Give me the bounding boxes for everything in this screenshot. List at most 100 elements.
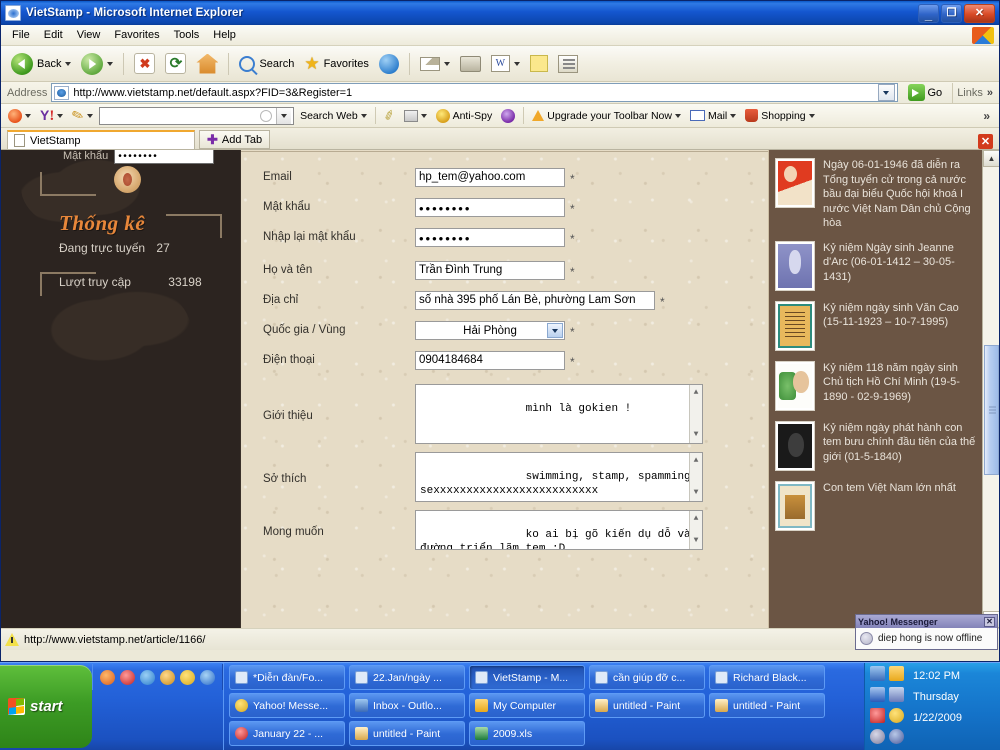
print-button[interactable] bbox=[456, 50, 485, 78]
textarea-scrollbar[interactable]: ▲ ▼ bbox=[689, 511, 702, 549]
scroll-down-icon[interactable]: ▼ bbox=[694, 427, 699, 443]
close-button[interactable]: ✕ bbox=[964, 3, 995, 23]
wish-textarea[interactable]: ko ai bị gõ kiến dụ dỗ vào con đường tri… bbox=[415, 510, 703, 550]
yahoo-search-dropdown-button[interactable] bbox=[276, 107, 292, 124]
back-dropdown-icon[interactable] bbox=[65, 61, 72, 66]
menu-item-edit[interactable]: Edit bbox=[37, 27, 70, 43]
password-field[interactable]: •••••••• bbox=[415, 198, 565, 217]
menu-item-favorites[interactable]: Favorites bbox=[107, 27, 166, 43]
taskbar-button[interactable]: Richard Black... bbox=[709, 665, 825, 690]
page-scrollbar[interactable]: ▲ ▼ bbox=[982, 150, 999, 628]
scrolled-password-input[interactable]: •••••••• bbox=[114, 150, 215, 164]
network-icon[interactable] bbox=[870, 666, 885, 681]
shopping-dropdown-icon[interactable] bbox=[808, 113, 815, 118]
close-icon[interactable]: ✕ bbox=[984, 616, 995, 627]
taskbar-button[interactable]: 2009.xls bbox=[469, 721, 585, 746]
news-item[interactable]: Kỷ niệm ngày sinh Văn Cao (15-11-1923 – … bbox=[775, 300, 976, 351]
yahoo-messenger-popup[interactable]: Yahoo! Messenger ✕ diep hong is now offl… bbox=[855, 614, 998, 650]
news-item[interactable]: Kỷ niệm 118 năm ngày sinh Chủ tịch Hồ Ch… bbox=[775, 360, 976, 411]
yahoo-orb-dropdown-icon[interactable] bbox=[25, 113, 31, 118]
forward-button[interactable] bbox=[77, 50, 117, 78]
taskbar-button[interactable]: 22.Jan/ngày ... bbox=[349, 665, 465, 690]
popup-dropdown-icon[interactable] bbox=[420, 113, 427, 118]
users-icon[interactable] bbox=[889, 687, 904, 702]
search-web-dropdown-icon[interactable] bbox=[360, 113, 367, 118]
phone-field[interactable]: 0904184684 bbox=[415, 351, 565, 370]
scroll-up-icon[interactable]: ▲ bbox=[694, 511, 699, 527]
upgrade-dropdown-icon[interactable] bbox=[674, 113, 681, 118]
volume-icon[interactable] bbox=[889, 729, 904, 744]
password-confirm-field[interactable]: •••••••• bbox=[415, 228, 565, 247]
textarea-scrollbar[interactable]: ▲ ▼ bbox=[689, 453, 702, 501]
menu-item-help[interactable]: Help bbox=[206, 27, 243, 43]
textarea-scrollbar[interactable]: ▲ ▼ bbox=[689, 385, 702, 443]
links-button[interactable]: Links » bbox=[952, 82, 997, 103]
refresh-button[interactable] bbox=[161, 50, 190, 78]
taskbar-button[interactable]: untitled - Paint bbox=[589, 693, 705, 718]
taskbar-button[interactable]: cần giúp đỡ c... bbox=[589, 665, 705, 690]
maximize-button[interactable]: ❐ bbox=[941, 3, 962, 23]
connection-icon[interactable] bbox=[870, 687, 885, 702]
yahoo-pencil-button[interactable]: ✎ bbox=[69, 106, 96, 125]
yahoo-overflow-button[interactable]: » bbox=[983, 109, 995, 123]
edit-dropdown-icon[interactable] bbox=[513, 61, 520, 66]
news-item[interactable]: Con tem Việt Nam lớn nhất bbox=[775, 480, 976, 531]
mail-alert-icon[interactable] bbox=[889, 666, 904, 681]
yahoo-search-web-button[interactable]: Search Web bbox=[297, 109, 370, 123]
yahoo-messenger-icon[interactable] bbox=[180, 669, 195, 685]
forward-dropdown-icon[interactable] bbox=[107, 61, 114, 66]
menu-item-tools[interactable]: Tools bbox=[167, 27, 207, 43]
taskbar-button[interactable]: My Computer bbox=[469, 693, 585, 718]
yahoo-mail-button[interactable]: Mail bbox=[687, 109, 739, 123]
yahoo-shopping-button[interactable]: Shopping bbox=[742, 108, 817, 123]
taskbar-button-active[interactable]: VietStamp - M... bbox=[469, 665, 585, 690]
scroll-down-icon[interactable]: ▼ bbox=[694, 533, 699, 549]
address-input[interactable]: http://www.vietstamp.net/default.aspx?FI… bbox=[51, 83, 898, 102]
taskbar-button[interactable]: *Diễn đàn/Fo... bbox=[229, 665, 345, 690]
search-button[interactable]: Search bbox=[235, 50, 298, 78]
mail-button[interactable] bbox=[416, 50, 454, 78]
yahoo-highlight-button[interactable]: ✐ bbox=[381, 106, 398, 125]
media-player-icon[interactable] bbox=[120, 669, 135, 685]
fullname-field[interactable]: Trần Đình Trung bbox=[415, 261, 565, 280]
taskbar-button[interactable]: untitled - Paint bbox=[349, 721, 465, 746]
hobby-textarea[interactable]: swimming, stamp, spamming & sexxxxxxxxxx… bbox=[415, 452, 703, 502]
menu-item-file[interactable]: File bbox=[5, 27, 37, 43]
firefox-icon[interactable] bbox=[100, 669, 115, 685]
back-button[interactable]: Back bbox=[7, 50, 75, 78]
taskbar-button[interactable]: Yahoo! Messe... bbox=[229, 693, 345, 718]
taskbar-button[interactable]: Inbox - Outlo... bbox=[349, 693, 465, 718]
yahoo-home-button[interactable]: Y! bbox=[37, 106, 66, 126]
menu-item-view[interactable]: View bbox=[70, 27, 108, 43]
show-desktop-icon[interactable] bbox=[140, 669, 155, 685]
email-field[interactable]: hp_tem@yahoo.com bbox=[415, 168, 565, 187]
news-item[interactable]: Ngày 06-01-1946 đã diễn ra Tổng tuyển cử… bbox=[775, 158, 976, 231]
discuss-button[interactable] bbox=[554, 50, 582, 78]
taskbar-button[interactable]: untitled - Paint bbox=[709, 693, 825, 718]
notes-button[interactable] bbox=[526, 50, 552, 78]
yahoo-toolbar-logo-button[interactable] bbox=[5, 108, 34, 124]
edit-word-button[interactable]: W bbox=[487, 50, 524, 78]
favorites-button[interactable]: ★ Favorites bbox=[300, 50, 373, 78]
scrollbar-thumb[interactable] bbox=[984, 345, 999, 475]
chevron-down-icon[interactable] bbox=[547, 323, 563, 338]
news-item[interactable]: Kỷ niệm Ngày sinh Jeanne d'Arc (06-01-14… bbox=[775, 240, 976, 291]
add-tab-button[interactable]: ✚ Add Tab bbox=[199, 130, 271, 149]
go-button[interactable]: Go bbox=[902, 84, 949, 101]
tab-vietstamp[interactable]: VietStamp bbox=[7, 130, 195, 149]
yahoo-popup-blocker-button[interactable] bbox=[401, 109, 430, 123]
yahoo-dropdown-icon[interactable] bbox=[57, 113, 64, 118]
intro-textarea[interactable]: mình là gokien ! ▲ ▼ bbox=[415, 384, 703, 444]
pencil-dropdown-icon[interactable] bbox=[87, 113, 94, 118]
scroll-up-icon[interactable]: ▲ bbox=[694, 453, 699, 469]
yahoo-search-input[interactable] bbox=[99, 106, 295, 125]
scroll-down-icon[interactable]: ▼ bbox=[694, 485, 699, 501]
yahoo-upgrade-button[interactable]: Upgrade your Toolbar Now bbox=[529, 109, 684, 123]
tray-clock[interactable]: 12:02 PM Thursday 1/22/2009 bbox=[909, 666, 962, 729]
yahoo-anti-virus-button[interactable] bbox=[498, 108, 518, 124]
mail-dropdown-icon[interactable] bbox=[443, 61, 450, 66]
address-dropdown-button[interactable] bbox=[877, 84, 895, 101]
clock-sync-icon[interactable] bbox=[870, 729, 885, 744]
minimize-button[interactable]: _ bbox=[918, 3, 939, 23]
yahoo-anti-spy-button[interactable]: Anti-Spy bbox=[433, 108, 496, 124]
